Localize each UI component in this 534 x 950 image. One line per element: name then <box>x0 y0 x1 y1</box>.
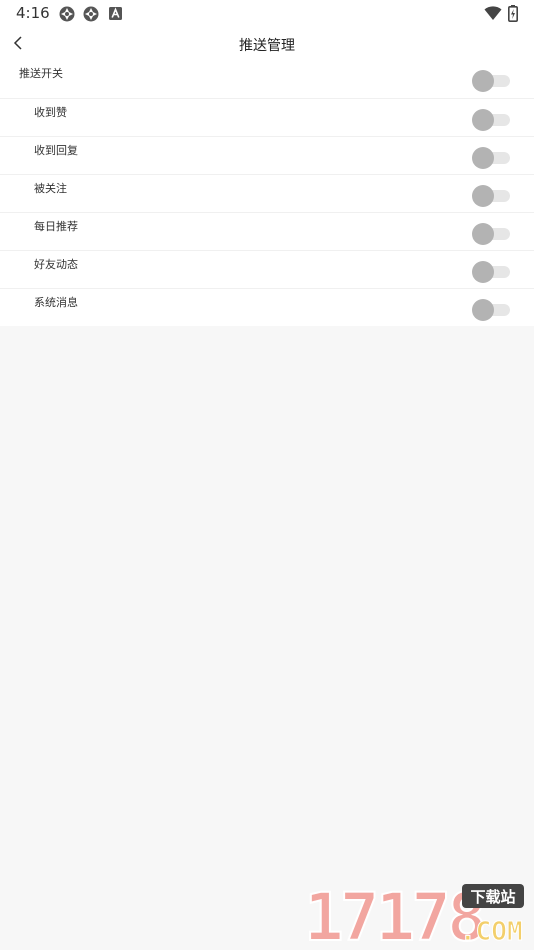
push-replies-label: 收到回复 <box>34 144 78 157</box>
push-friend-activity-label: 好友动态 <box>34 258 78 271</box>
navigation-bar: 推送管理 <box>0 28 534 60</box>
push-likes-label: 收到赞 <box>34 106 67 119</box>
push-likes-row: 收到赞 <box>0 98 534 136</box>
watermark-number: 17178 <box>304 882 483 946</box>
push-follows-label: 被关注 <box>34 182 67 195</box>
status-bar: 4:16 <box>0 0 534 28</box>
a-notification-icon <box>109 7 122 20</box>
push-likes-toggle[interactable] <box>472 109 510 131</box>
push-daily-recommend-row: 每日推荐 <box>0 212 534 250</box>
push-follows-toggle[interactable] <box>472 185 510 207</box>
push-master-switch-row: 推送开关 <box>0 60 534 98</box>
push-replies-row: 收到回复 <box>0 136 534 174</box>
wifi-icon <box>484 6 502 20</box>
push-follows-row: 被关注 <box>0 174 534 212</box>
watermark-badge: 下载站 <box>470 888 515 906</box>
watermark-logo: 17178 下载站 .COM <box>303 882 524 946</box>
push-friend-activity-row: 好友动态 <box>0 250 534 288</box>
push-master-switch-label: 推送开关 <box>19 67 63 80</box>
push-system-message-row: 系统消息 <box>0 288 534 326</box>
push-system-message-label: 系统消息 <box>34 296 78 309</box>
page-title: 推送管理 <box>239 38 295 54</box>
push-replies-toggle[interactable] <box>472 147 510 169</box>
push-settings-list: 推送开关 收到赞 收到回复 被关注 每日推荐 好友动态 系统消息 <box>0 60 534 326</box>
push-daily-recommend-label: 每日推荐 <box>34 220 78 233</box>
push-daily-recommend-toggle[interactable] <box>472 223 510 245</box>
app-notification-icon <box>59 6 75 22</box>
watermark-suffix: .COM <box>460 917 523 946</box>
push-master-toggle[interactable] <box>472 70 510 92</box>
push-system-message-toggle[interactable] <box>472 299 510 321</box>
status-time: 4:16 <box>16 4 50 22</box>
battery-charging-icon <box>508 5 518 22</box>
app-notification-icon <box>83 6 99 22</box>
push-friend-activity-toggle[interactable] <box>472 261 510 283</box>
